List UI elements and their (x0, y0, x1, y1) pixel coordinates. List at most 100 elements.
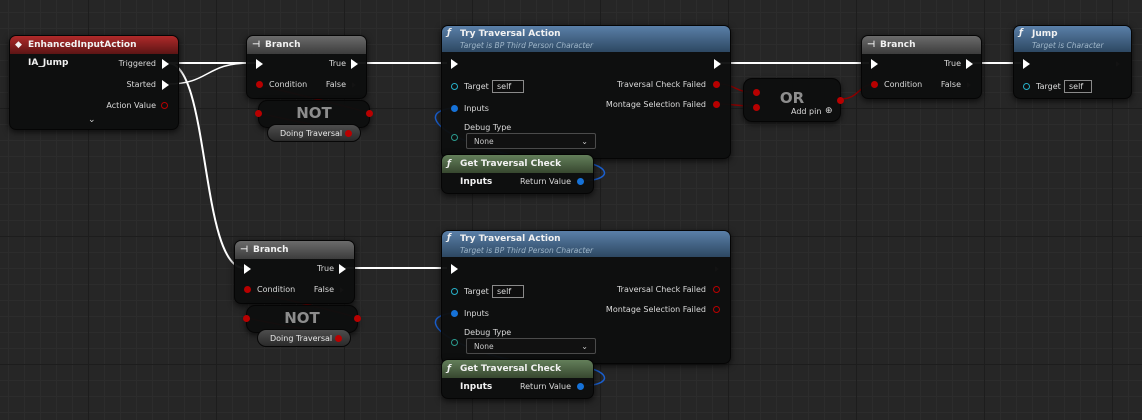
jump-title: Jump (1032, 29, 1058, 39)
exec-out-true-3[interactable] (339, 264, 346, 274)
branch-false-label-3: False (313, 285, 334, 294)
or-node[interactable]: OR Add pin ⊕ (743, 78, 844, 122)
var-doing-traversal-label-2: Doing Traversal (270, 334, 333, 343)
pin-debug-type-try-1[interactable] (451, 134, 458, 141)
pin-label-action-value: Action Value (106, 101, 156, 110)
branch-condition-label-1: Condition (269, 80, 308, 89)
try-traversal-header-2: ƒ Try Traversal Action Target is BP Thir… (442, 231, 730, 257)
exec-in-branch-3[interactable] (244, 264, 251, 274)
branch-icon: ⊣ (240, 245, 249, 255)
return-value-label-1: Return Value (519, 177, 571, 186)
pin-condition-2[interactable] (871, 81, 878, 88)
not-node-label-2: NOT (284, 309, 320, 327)
check-failed-label-try-2: Traversal Check Failed (616, 285, 706, 294)
check-failed-label-try-1: Traversal Check Failed (616, 80, 706, 89)
target-self-input-jump[interactable]: self (1064, 80, 1092, 93)
pin-montage-failed-try-2[interactable] (713, 306, 720, 313)
exec-pin-started[interactable] (162, 80, 169, 90)
function-icon: ƒ (447, 233, 451, 243)
exec-out-false-1[interactable] (351, 80, 358, 90)
exec-wire-started-branch1 (167, 62, 251, 85)
var-doing-traversal-label-1: Doing Traversal (280, 129, 343, 138)
pin-condition-1[interactable] (256, 81, 263, 88)
exec-wire-started-branch3 (167, 62, 245, 269)
montage-failed-label-try-2: Montage Selection Failed (605, 305, 706, 314)
plus-circle-icon[interactable]: ⊕ (825, 106, 833, 116)
jump-node[interactable]: ƒ Jump Target is Character Target self (1013, 25, 1132, 99)
function-icon: ƒ (447, 28, 451, 38)
branch-node-3[interactable]: ⊣ Branch True Condition False (234, 240, 355, 304)
function-icon: ƒ (447, 364, 451, 374)
var-out-pin-2[interactable] (335, 335, 342, 342)
target-label-try-2: Target (464, 287, 489, 296)
debug-type-dropdown-try-2[interactable]: None ⌄ (466, 338, 596, 354)
pin-check-failed-try-2[interactable] (713, 286, 720, 293)
get-traversal-header-1: ƒ Get Traversal Check Inputs (442, 155, 593, 187)
branch-title-2: Branch (880, 40, 916, 50)
exec-in-branch-1[interactable] (256, 59, 263, 69)
not-out-pin-1[interactable] (366, 110, 373, 117)
get-traversal-inputs-node-1[interactable]: ƒ Get Traversal Check Inputs Return Valu… (441, 154, 594, 194)
exec-out-false-2[interactable] (966, 80, 973, 90)
inputs-label-try-2: Inputs (464, 309, 489, 318)
not-node-label-1: NOT (296, 104, 332, 122)
diamond-event-icon: ◆ (15, 40, 22, 50)
debug-type-label-try-2: Debug Type (464, 328, 512, 337)
exec-in-branch-2[interactable] (871, 59, 878, 69)
pin-label-started: Started (126, 80, 156, 89)
pin-return-value-2[interactable] (577, 383, 584, 390)
exec-pin-triggered[interactable] (162, 59, 169, 69)
exec-in-try-2[interactable] (451, 264, 458, 274)
exec-out-true-1[interactable] (351, 59, 358, 69)
branch-icon: ⊣ (867, 40, 876, 50)
try-traversal-node-1[interactable]: ƒ Try Traversal Action Target is BP Thir… (441, 25, 731, 159)
pin-inputs-try-2[interactable] (451, 310, 458, 317)
pin-condition-3[interactable] (244, 286, 251, 293)
not-in-pin-2[interactable] (243, 315, 250, 322)
pin-debug-type-try-2[interactable] (451, 339, 458, 346)
var-out-pin-1[interactable] (345, 130, 352, 137)
try-traversal-header-1: ƒ Try Traversal Action Target is BP Thir… (442, 26, 730, 52)
exec-out-try-2[interactable] (714, 264, 721, 274)
var-doing-traversal-2[interactable]: Doing Traversal (257, 329, 351, 347)
branch-node-1[interactable]: ⊣ Branch True Condition False (246, 35, 367, 99)
pin-inputs-try-1[interactable] (451, 105, 458, 112)
pin-action-value[interactable] (161, 102, 168, 109)
chevron-down-icon[interactable]: ⌄ (88, 115, 96, 125)
target-self-input-try-2[interactable]: self (492, 285, 524, 298)
pin-target-jump[interactable] (1023, 83, 1030, 90)
not-in-pin-1[interactable] (255, 110, 262, 117)
var-doing-traversal-1[interactable]: Doing Traversal (267, 124, 361, 142)
or-in-pin-b[interactable] (753, 104, 760, 111)
pin-target-try-2[interactable] (451, 288, 458, 295)
exec-out-false-3[interactable] (339, 285, 346, 295)
or-add-pin-label[interactable]: Add pin (791, 107, 821, 116)
target-label-jump: Target (1036, 82, 1061, 91)
target-label-try-1: Target (464, 82, 489, 91)
event-node-ia-jump[interactable]: ◆ EnhancedInputAction IA_Jump Triggered … (9, 35, 179, 130)
or-out-pin[interactable] (837, 97, 844, 104)
not-out-pin-2[interactable] (354, 315, 361, 322)
debug-type-label-try-1: Debug Type (464, 123, 512, 132)
exec-in-jump[interactable] (1023, 59, 1030, 69)
try-traversal-node-2[interactable]: ƒ Try Traversal Action Target is BP Thir… (441, 230, 731, 364)
debug-type-dropdown-try-1[interactable]: None ⌄ (466, 133, 596, 149)
exec-out-jump[interactable] (1115, 59, 1122, 69)
pin-target-try-1[interactable] (451, 83, 458, 90)
try-traversal-title-2: Try Traversal Action (460, 234, 561, 244)
exec-out-true-2[interactable] (966, 59, 973, 69)
branch-header-3: ⊣ Branch (235, 241, 354, 259)
target-self-input-try-1[interactable]: self (492, 80, 524, 93)
try-traversal-title-1: Try Traversal Action (460, 29, 561, 39)
or-in-pin-a[interactable] (753, 89, 760, 96)
branch-header-1: ⊣ Branch (247, 36, 366, 54)
exec-out-try-1[interactable] (714, 59, 721, 69)
pin-return-value-1[interactable] (577, 178, 584, 185)
pin-montage-failed-try-1[interactable] (713, 101, 720, 108)
branch-false-label-2: False (940, 80, 961, 89)
get-traversal-inputs-node-2[interactable]: ƒ Get Traversal Check Inputs Return Valu… (441, 359, 594, 399)
exec-in-try-1[interactable] (451, 59, 458, 69)
branch-true-label-3: True (317, 264, 334, 273)
pin-check-failed-try-1[interactable] (713, 81, 720, 88)
branch-node-2[interactable]: ⊣ Branch True Condition False (861, 35, 982, 99)
